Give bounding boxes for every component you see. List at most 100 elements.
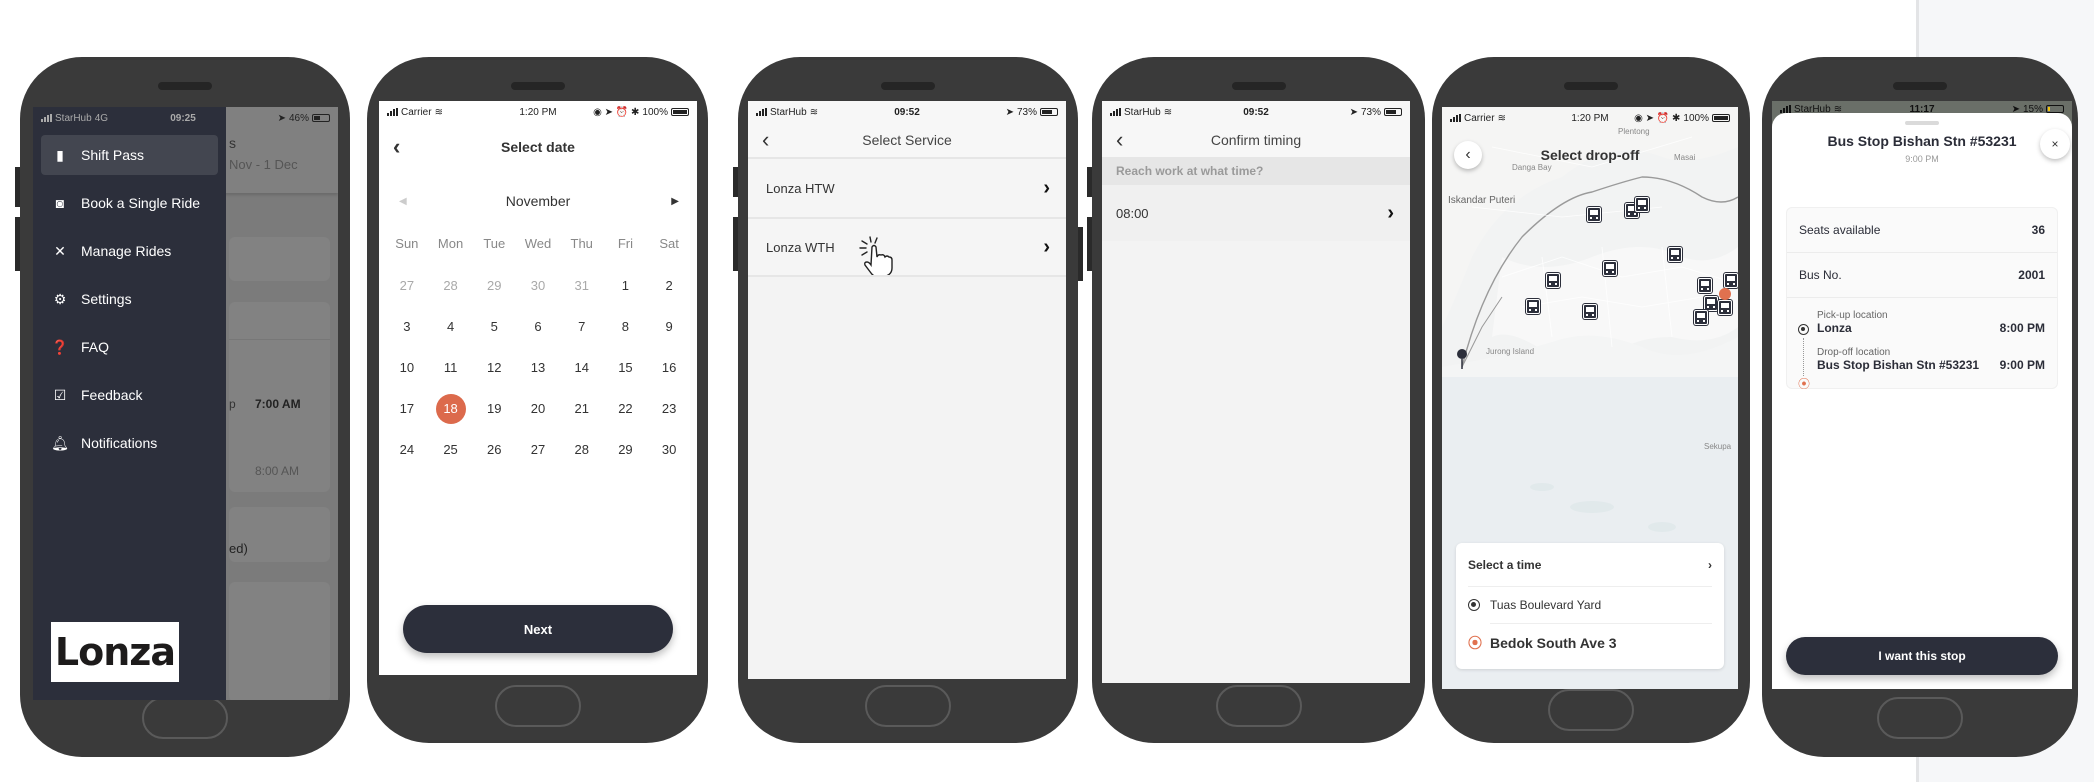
pickup-time: 8:00 PM [1999, 321, 2045, 335]
calendar-day[interactable]: 20 [516, 388, 560, 429]
time-option-row[interactable]: 08:00 › [1102, 185, 1410, 241]
map-label-sekupa: Sekupa [1704, 442, 1732, 451]
calendar-day[interactable]: 9 [647, 306, 691, 347]
select-time-row[interactable]: Select a time › [1468, 543, 1712, 587]
calendar-day[interactable]: 30 [516, 265, 560, 306]
calendar-day[interactable]: 15 [604, 347, 648, 388]
calendar-day[interactable]: 10 [385, 347, 429, 388]
calendar-day[interactable]: 28 [429, 265, 473, 306]
previous-month-arrow-icon[interactable]: ◀ [399, 196, 407, 207]
bus-stop-marker[interactable] [1698, 278, 1712, 293]
bus-stop-marker[interactable] [1587, 207, 1601, 222]
calendar-day-selected[interactable]: 18 [429, 388, 473, 429]
origin-pin-marker[interactable] [1457, 349, 1467, 359]
next-month-arrow-icon[interactable]: ▶ [671, 196, 679, 207]
calendar-day[interactable]: 23 [647, 388, 691, 429]
calendar-grid: Sun Mon Tue Wed Thu Fri Sat 27 28 29 30 31 1 2 3 4 5 6 7 8 9… [379, 223, 697, 470]
calendar-day[interactable]: 29 [604, 429, 648, 470]
status-time: 09:52 [1243, 106, 1269, 118]
menu-item-book-single-ride[interactable]: ◙ Book a Single Ride [41, 183, 218, 223]
trip-summary-card: Select a time › Tuas Boulevard Yard ⦿ Be… [1456, 543, 1724, 669]
bus-number-row: Bus No. 2001 [1787, 253, 2057, 298]
bus-stop-marker[interactable] [1704, 296, 1718, 311]
calendar-day[interactable]: 7 [560, 306, 604, 347]
bus-stop-marker[interactable] [1603, 261, 1617, 276]
calendar-day[interactable]: 31 [560, 265, 604, 306]
calendar-day[interactable]: 28 [560, 429, 604, 470]
dropoff-name: Bedok South Ave 3 [1490, 635, 1617, 651]
bus-stop-marker[interactable] [1583, 304, 1597, 319]
menu-item-notifications[interactable]: 🔔︎ Notifications [41, 423, 218, 463]
calendar-day[interactable]: 6 [516, 306, 560, 347]
calendar-day[interactable]: 27 [516, 429, 560, 470]
feedback-icon: ☑ [53, 386, 67, 403]
calendar-day[interactable]: 8 [604, 306, 648, 347]
menu-item-feedback[interactable]: ☑ Feedback [41, 375, 218, 415]
nav-bar: ‹ Confirm timing [1102, 123, 1410, 157]
back-chevron-icon[interactable]: ‹ [762, 129, 769, 151]
calendar-day[interactable]: 5 [472, 306, 516, 347]
calendar-day[interactable]: 14 [560, 347, 604, 388]
background-status-fragment: ed) [229, 541, 248, 556]
bus-stop-marker[interactable] [1668, 247, 1682, 262]
signal-icon [387, 108, 398, 116]
day-number: 4 [446, 319, 455, 334]
day-number: 27 [530, 442, 546, 457]
calendar-day[interactable]: 3 [385, 306, 429, 347]
calendar-day[interactable]: 12 [472, 347, 516, 388]
service-list: Lonza HTW › Lonza WTH › [748, 157, 1066, 277]
calendar-day[interactable]: 21 [560, 388, 604, 429]
network-type: 4G [94, 112, 109, 124]
i-want-this-stop-button[interactable]: I want this stop [1786, 637, 2058, 675]
status-bar: StarHub 4G 09:25 ➤ 46% [33, 107, 338, 129]
calendar-day[interactable]: 16 [647, 347, 691, 388]
selected-stop-marker[interactable] [1719, 288, 1731, 300]
calendar-day[interactable]: 1 [604, 265, 648, 306]
bus-stop-marker[interactable] [1724, 273, 1738, 288]
back-chevron-icon[interactable]: ‹ [1116, 129, 1123, 151]
phone-side-button [733, 217, 738, 271]
calendar-day[interactable]: 24 [385, 429, 429, 470]
calendar-day[interactable]: 17 [385, 388, 429, 429]
bus-stop-marker[interactable] [1526, 299, 1540, 314]
chevron-right-icon: › [1043, 176, 1050, 199]
menu-item-manage-rides[interactable]: ✕ Manage Rides [41, 231, 218, 271]
next-button[interactable]: Next [403, 605, 673, 653]
wifi-icon: ≋ [1497, 112, 1506, 124]
calendar-day[interactable]: 13 [516, 347, 560, 388]
service-name: Lonza WTH [766, 239, 835, 255]
bus-stop-marker[interactable] [1635, 197, 1649, 212]
calendar-day[interactable]: 4 [429, 306, 473, 347]
calendar-day[interactable]: 2 [647, 265, 691, 306]
bus-stop-marker[interactable] [1694, 310, 1708, 325]
menu-item-label: FAQ [81, 339, 110, 355]
phone-side-button [15, 217, 20, 271]
menu-item-faq[interactable]: ❓ FAQ [41, 327, 218, 367]
logo-text: Lonza [54, 630, 176, 674]
day-number: 21 [574, 401, 589, 416]
sheet-grabber-handle[interactable] [1905, 121, 1939, 125]
calendar-day[interactable]: 27 [385, 265, 429, 306]
calendar-day[interactable]: 30 [647, 429, 691, 470]
calendar-day[interactable]: 25 [429, 429, 473, 470]
map-label-jurong-island: Jurong Island [1486, 347, 1535, 356]
day-number: 25 [443, 442, 458, 457]
lonza-logo: Lonza [51, 622, 179, 682]
battery-percent: 46% [288, 112, 309, 124]
calendar-day[interactable]: 29 [472, 265, 516, 306]
service-item-lonza-wth[interactable]: Lonza WTH › [748, 217, 1066, 277]
calendar-day[interactable]: 26 [472, 429, 516, 470]
back-chevron-icon[interactable]: ‹ [393, 136, 400, 158]
battery-icon [2046, 105, 2064, 113]
calendar-day[interactable]: 22 [604, 388, 648, 429]
dropoff-row[interactable]: ⦿ Bedok South Ave 3 [1468, 624, 1724, 662]
calendar-day[interactable]: 11 [429, 347, 473, 388]
calendar-day[interactable]: 19 [472, 388, 516, 429]
dropoff-line: Bus Stop Bishan Stn #53231 9:00 PM [1817, 358, 2045, 372]
day-number: 13 [530, 360, 546, 375]
menu-item-shift-pass[interactable]: ▮ Shift Pass [41, 135, 218, 175]
service-item-lonza-htw[interactable]: Lonza HTW › [748, 157, 1066, 217]
bus-stop-marker[interactable] [1546, 273, 1560, 288]
bus-stop-marker[interactable] [1718, 300, 1732, 315]
menu-item-settings[interactable]: ⚙ Settings [41, 279, 218, 319]
